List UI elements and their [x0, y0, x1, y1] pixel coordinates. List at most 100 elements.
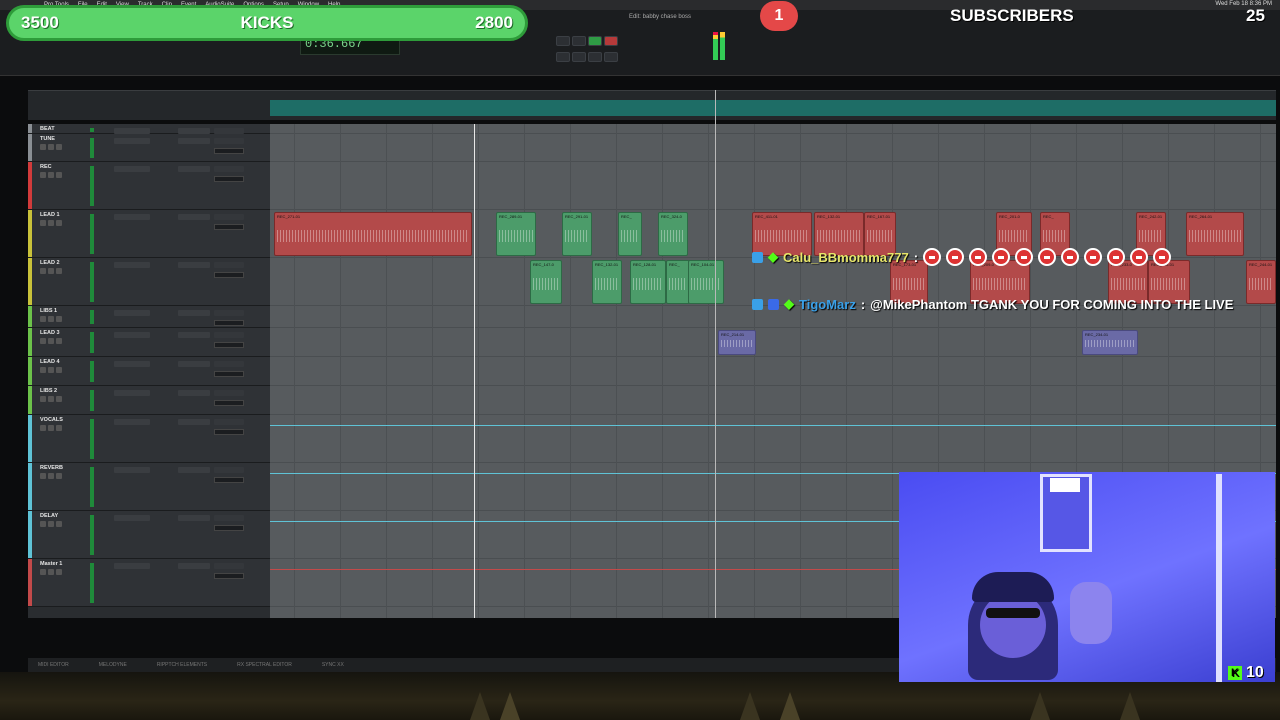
insert-slot[interactable] [114, 310, 150, 316]
track-header[interactable]: LIBS 1 [28, 306, 270, 328]
audio-clip[interactable]: REC_271-01 [274, 212, 472, 256]
mute-button[interactable] [56, 172, 62, 178]
track-header[interactable]: REC [28, 162, 270, 210]
io-selector[interactable] [214, 467, 244, 473]
record-arm-button[interactable] [40, 425, 46, 431]
volume-readout[interactable] [214, 477, 244, 483]
io-selector[interactable] [214, 361, 244, 367]
volume-readout[interactable] [214, 371, 244, 377]
send-slot[interactable] [178, 361, 210, 367]
mute-button[interactable] [56, 473, 62, 479]
track-header[interactable]: LIBS 2 [28, 386, 270, 415]
solo-button[interactable] [48, 367, 54, 373]
mute-button[interactable] [56, 521, 62, 527]
record-arm-button[interactable] [40, 396, 46, 402]
dock-item-ripptch[interactable]: RIPPTCH ELEMENTS [157, 662, 207, 668]
track-lane[interactable] [270, 357, 1276, 386]
record-arm-button[interactable] [40, 367, 46, 373]
record-arm-button[interactable] [40, 338, 46, 344]
track-name[interactable]: Master 1 [40, 561, 62, 567]
track-name[interactable]: VOCALS [40, 417, 63, 423]
track-header[interactable]: BEAT [28, 124, 270, 134]
audio-clip[interactable]: REC_234-01 [1082, 330, 1138, 355]
track-name[interactable]: REC [40, 164, 52, 170]
track-header[interactable]: TUNE [28, 134, 270, 162]
audio-clip[interactable]: REC_324-0 [658, 212, 688, 256]
audio-clip[interactable]: REC_ [666, 260, 690, 304]
mute-button[interactable] [56, 338, 62, 344]
send-slot[interactable] [178, 214, 210, 220]
track-name[interactable]: LEAD 2 [40, 260, 60, 266]
mute-button[interactable] [56, 220, 62, 226]
track-name[interactable]: LEAD 4 [40, 359, 60, 365]
volume-automation-line[interactable] [270, 425, 1276, 426]
solo-button[interactable] [48, 473, 54, 479]
audio-clip[interactable]: REC_291-01 [562, 212, 592, 256]
track-buttons[interactable] [40, 473, 62, 479]
volume-readout[interactable] [214, 148, 244, 154]
mute-button[interactable] [56, 316, 62, 322]
audio-clip[interactable]: REC_ [618, 212, 642, 256]
track-lane[interactable] [270, 124, 1276, 134]
record-arm-button[interactable] [40, 172, 46, 178]
forward-button[interactable] [588, 52, 602, 62]
io-selector[interactable] [214, 262, 244, 268]
track-header[interactable]: LEAD 1 [28, 210, 270, 258]
volume-readout[interactable] [214, 342, 244, 348]
send-slot[interactable] [178, 138, 210, 144]
insert-slot[interactable] [114, 390, 150, 396]
insert-slot[interactable] [114, 214, 150, 220]
solo-button[interactable] [48, 396, 54, 402]
playhead-cursor[interactable] [474, 124, 475, 618]
io-selector[interactable] [214, 419, 244, 425]
insert-slot[interactable] [114, 138, 150, 144]
track-lane[interactable] [270, 162, 1276, 210]
track-header[interactable]: LEAD 4 [28, 357, 270, 386]
insert-slot[interactable] [114, 515, 150, 521]
track-name[interactable]: LEAD 1 [40, 212, 60, 218]
mute-button[interactable] [56, 569, 62, 575]
solo-button[interactable] [48, 521, 54, 527]
solo-button[interactable] [48, 316, 54, 322]
track-buttons[interactable] [40, 316, 62, 322]
send-slot[interactable] [178, 390, 210, 396]
insert-slot[interactable] [114, 419, 150, 425]
send-slot[interactable] [178, 166, 210, 172]
track-buttons[interactable] [40, 367, 62, 373]
send-slot[interactable] [178, 262, 210, 268]
audio-clip[interactable]: REC_244-01 [1246, 260, 1276, 304]
track-buttons[interactable] [40, 396, 62, 402]
record-arm-button[interactable] [40, 473, 46, 479]
volume-readout[interactable] [214, 573, 244, 579]
play-button[interactable] [588, 36, 602, 46]
io-selector[interactable] [214, 214, 244, 220]
track-header[interactable]: Master 1 [28, 559, 270, 607]
send-slot[interactable] [178, 419, 210, 425]
insert-slot[interactable] [114, 262, 150, 268]
audio-clip[interactable]: REC_128-01 [630, 260, 666, 304]
volume-readout[interactable] [214, 400, 244, 406]
io-selector[interactable] [214, 563, 244, 569]
record-arm-button[interactable] [40, 144, 46, 150]
track-name[interactable]: DELAY [40, 513, 58, 519]
track-lane[interactable] [270, 134, 1276, 162]
track-buttons[interactable] [40, 569, 62, 575]
track-buttons[interactable] [40, 338, 62, 344]
track-header[interactable]: DELAY [28, 511, 270, 559]
io-selector[interactable] [214, 515, 244, 521]
send-slot[interactable] [178, 310, 210, 316]
track-header[interactable]: VOCALS [28, 415, 270, 463]
track-buttons[interactable] [40, 172, 62, 178]
send-slot[interactable] [178, 563, 210, 569]
audio-clip[interactable]: REC_264-01 [1186, 212, 1244, 256]
audio-clip[interactable]: REC_132-01 [592, 260, 622, 304]
track-name[interactable]: LIBS 1 [40, 308, 57, 314]
mute-button[interactable] [56, 367, 62, 373]
track-name[interactable]: LEAD 3 [40, 330, 60, 336]
io-selector[interactable] [214, 390, 244, 396]
volume-readout[interactable] [214, 525, 244, 531]
io-selector[interactable] [214, 310, 244, 316]
track-name[interactable]: TUNE [40, 136, 55, 142]
track-buttons[interactable] [40, 144, 62, 150]
track-buttons[interactable] [40, 425, 62, 431]
